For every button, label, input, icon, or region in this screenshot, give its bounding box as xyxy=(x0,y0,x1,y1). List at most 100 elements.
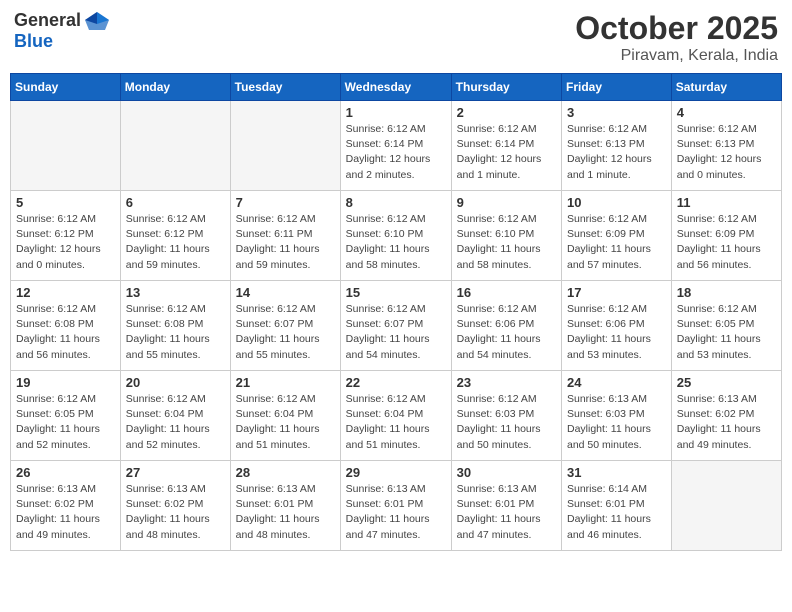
day-number: 15 xyxy=(346,285,446,300)
day-info: Sunrise: 6:12 AMSunset: 6:10 PMDaylight:… xyxy=(346,212,446,273)
calendar-cell: 10 Sunrise: 6:12 AMSunset: 6:09 PMDayligh… xyxy=(562,191,672,281)
calendar-cell: 20 Sunrise: 6:12 AMSunset: 6:04 PMDayligh… xyxy=(120,371,230,461)
day-info: Sunrise: 6:12 AMSunset: 6:13 PMDaylight:… xyxy=(677,122,776,183)
day-number: 8 xyxy=(346,195,446,210)
logo-blue: Blue xyxy=(14,32,111,52)
day-number: 31 xyxy=(567,465,666,480)
calendar-cell: 8 Sunrise: 6:12 AMSunset: 6:10 PMDaylight… xyxy=(340,191,451,281)
calendar-table: SundayMondayTuesdayWednesdayThursdayFrid… xyxy=(10,73,782,551)
day-info: Sunrise: 6:13 AMSunset: 6:01 PMDaylight:… xyxy=(457,482,556,543)
calendar-cell: 4 Sunrise: 6:12 AMSunset: 6:13 PMDaylight… xyxy=(671,101,781,191)
day-info: Sunrise: 6:12 AMSunset: 6:07 PMDaylight:… xyxy=(236,302,335,363)
day-number: 5 xyxy=(16,195,115,210)
calendar-cell: 19Sunrise: 6:12 AMSunset: 6:05 PMDayligh… xyxy=(11,371,121,461)
month-title: October 2025 xyxy=(575,10,778,47)
day-info: Sunrise: 6:12 AMSunset: 6:12 PMDaylight:… xyxy=(16,212,115,273)
calendar-cell xyxy=(11,101,121,191)
location-title: Piravam, Kerala, India xyxy=(575,47,778,65)
day-number: 12 xyxy=(16,285,115,300)
day-number: 14 xyxy=(236,285,335,300)
calendar-cell: 28Sunrise: 6:13 AMSunset: 6:01 PMDayligh… xyxy=(230,461,340,551)
calendar-cell: 17 Sunrise: 6:12 AMSunset: 6:06 PMDayligh… xyxy=(562,281,672,371)
day-number: 22 xyxy=(346,375,446,390)
day-number: 16 xyxy=(457,285,556,300)
day-number: 10 xyxy=(567,195,666,210)
day-info: Sunrise: 6:12 AMSunset: 6:14 PMDaylight:… xyxy=(457,122,556,183)
calendar-cell: 9 Sunrise: 6:12 AMSunset: 6:10 PMDaylight… xyxy=(451,191,561,281)
calendar-cell: 27Sunrise: 6:13 AMSunset: 6:02 PMDayligh… xyxy=(120,461,230,551)
calendar-cell: 23Sunrise: 6:12 AMSunset: 6:03 PMDayligh… xyxy=(451,371,561,461)
day-info: Sunrise: 6:12 AMSunset: 6:09 PMDaylight:… xyxy=(677,212,776,273)
day-info: Sunrise: 6:12 AMSunset: 6:05 PMDaylight:… xyxy=(677,302,776,363)
weekday-header-tuesday: Tuesday xyxy=(230,74,340,101)
calendar-cell: 2 Sunrise: 6:12 AMSunset: 6:14 PMDaylight… xyxy=(451,101,561,191)
logo: General Blue xyxy=(14,10,111,52)
day-info: Sunrise: 6:12 AMSunset: 6:03 PMDaylight:… xyxy=(457,392,556,453)
calendar-cell: 26Sunrise: 6:13 AMSunset: 6:02 PMDayligh… xyxy=(11,461,121,551)
day-info: Sunrise: 6:12 AMSunset: 6:11 PMDaylight:… xyxy=(236,212,335,273)
calendar-cell xyxy=(671,461,781,551)
day-number: 4 xyxy=(677,105,776,120)
weekday-header-saturday: Saturday xyxy=(671,74,781,101)
day-info: Sunrise: 6:12 AMSunset: 6:08 PMDaylight:… xyxy=(16,302,115,363)
day-number: 24 xyxy=(567,375,666,390)
day-info: Sunrise: 6:12 AMSunset: 6:12 PMDaylight:… xyxy=(126,212,225,273)
day-info: Sunrise: 6:12 AMSunset: 6:14 PMDaylight:… xyxy=(346,122,446,183)
calendar-week-row: 26Sunrise: 6:13 AMSunset: 6:02 PMDayligh… xyxy=(11,461,782,551)
day-number: 6 xyxy=(126,195,225,210)
day-info: Sunrise: 6:12 AMSunset: 6:07 PMDaylight:… xyxy=(346,302,446,363)
day-number: 2 xyxy=(457,105,556,120)
day-number: 20 xyxy=(126,375,225,390)
day-number: 30 xyxy=(457,465,556,480)
calendar-week-row: 1 Sunrise: 6:12 AMSunset: 6:14 PMDaylight… xyxy=(11,101,782,191)
day-number: 29 xyxy=(346,465,446,480)
day-number: 1 xyxy=(346,105,446,120)
calendar-cell: 18 Sunrise: 6:12 AMSunset: 6:05 PMDayligh… xyxy=(671,281,781,371)
calendar-cell: 5 Sunrise: 6:12 AMSunset: 6:12 PMDaylight… xyxy=(11,191,121,281)
calendar-cell xyxy=(230,101,340,191)
calendar-cell: 14 Sunrise: 6:12 AMSunset: 6:07 PMDayligh… xyxy=(230,281,340,371)
weekday-header-thursday: Thursday xyxy=(451,74,561,101)
calendar-cell: 21 Sunrise: 6:12 AMSunset: 6:04 PMDayligh… xyxy=(230,371,340,461)
calendar-week-row: 12 Sunrise: 6:12 AMSunset: 6:08 PMDayligh… xyxy=(11,281,782,371)
calendar-cell: 1 Sunrise: 6:12 AMSunset: 6:14 PMDaylight… xyxy=(340,101,451,191)
calendar-cell: 7 Sunrise: 6:12 AMSunset: 6:11 PMDaylight… xyxy=(230,191,340,281)
day-number: 21 xyxy=(236,375,335,390)
day-info: Sunrise: 6:13 AMSunset: 6:03 PMDaylight:… xyxy=(567,392,666,453)
day-info: Sunrise: 6:14 AMSunset: 6:01 PMDaylight:… xyxy=(567,482,666,543)
day-number: 7 xyxy=(236,195,335,210)
day-info: Sunrise: 6:13 AMSunset: 6:01 PMDaylight:… xyxy=(346,482,446,543)
logo-general: General xyxy=(14,11,81,31)
day-number: 17 xyxy=(567,285,666,300)
day-info: Sunrise: 6:12 AMSunset: 6:04 PMDaylight:… xyxy=(126,392,225,453)
calendar-week-row: 5 Sunrise: 6:12 AMSunset: 6:12 PMDaylight… xyxy=(11,191,782,281)
calendar-cell: 31 Sunrise: 6:14 AMSunset: 6:01 PMDayligh… xyxy=(562,461,672,551)
calendar-cell: 15 Sunrise: 6:12 AMSunset: 6:07 PMDayligh… xyxy=(340,281,451,371)
day-info: Sunrise: 6:12 AMSunset: 6:04 PMDaylight:… xyxy=(236,392,335,453)
day-number: 9 xyxy=(457,195,556,210)
calendar-cell: 6 Sunrise: 6:12 AMSunset: 6:12 PMDaylight… xyxy=(120,191,230,281)
day-number: 11 xyxy=(677,195,776,210)
calendar-cell: 12 Sunrise: 6:12 AMSunset: 6:08 PMDayligh… xyxy=(11,281,121,371)
calendar-cell: 11 Sunrise: 6:12 AMSunset: 6:09 PMDayligh… xyxy=(671,191,781,281)
calendar-cell: 22Sunrise: 6:12 AMSunset: 6:04 PMDayligh… xyxy=(340,371,451,461)
day-info: Sunrise: 6:13 AMSunset: 6:02 PMDaylight:… xyxy=(16,482,115,543)
weekday-header-friday: Friday xyxy=(562,74,672,101)
day-info: Sunrise: 6:12 AMSunset: 6:05 PMDaylight:… xyxy=(16,392,115,453)
day-info: Sunrise: 6:12 AMSunset: 6:13 PMDaylight:… xyxy=(567,122,666,183)
weekday-header-row: SundayMondayTuesdayWednesdayThursdayFrid… xyxy=(11,74,782,101)
calendar-cell: 24 Sunrise: 6:13 AMSunset: 6:03 PMDayligh… xyxy=(562,371,672,461)
day-number: 27 xyxy=(126,465,225,480)
day-info: Sunrise: 6:12 AMSunset: 6:06 PMDaylight:… xyxy=(567,302,666,363)
day-info: Sunrise: 6:12 AMSunset: 6:09 PMDaylight:… xyxy=(567,212,666,273)
logo-icon xyxy=(83,10,111,32)
day-info: Sunrise: 6:13 AMSunset: 6:02 PMDaylight:… xyxy=(677,392,776,453)
day-number: 18 xyxy=(677,285,776,300)
calendar-week-row: 19Sunrise: 6:12 AMSunset: 6:05 PMDayligh… xyxy=(11,371,782,461)
day-info: Sunrise: 6:12 AMSunset: 6:10 PMDaylight:… xyxy=(457,212,556,273)
calendar-cell: 29 Sunrise: 6:13 AMSunset: 6:01 PMDayligh… xyxy=(340,461,451,551)
calendar-cell: 30 Sunrise: 6:13 AMSunset: 6:01 PMDayligh… xyxy=(451,461,561,551)
calendar-cell: 25Sunrise: 6:13 AMSunset: 6:02 PMDayligh… xyxy=(671,371,781,461)
calendar-cell: 16Sunrise: 6:12 AMSunset: 6:06 PMDayligh… xyxy=(451,281,561,371)
day-number: 13 xyxy=(126,285,225,300)
